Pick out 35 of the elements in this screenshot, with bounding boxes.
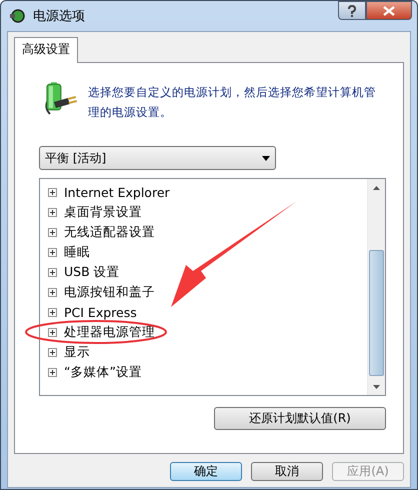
- setting-item[interactable]: 显示: [64, 344, 90, 360]
- setting-item[interactable]: 处理器电源管理: [64, 324, 155, 340]
- scrollbar[interactable]: [367, 179, 385, 395]
- setting-item[interactable]: 桌面背景设置: [64, 204, 142, 220]
- expand-icon[interactable]: [48, 268, 57, 276]
- plan-dropdown[interactable]: 平衡 [活动]: [39, 146, 276, 170]
- setting-item[interactable]: 睡眠: [64, 244, 90, 260]
- setting-item[interactable]: PCI Express: [64, 304, 137, 320]
- dialog-button[interactable]: 确定: [170, 462, 242, 481]
- expand-icon[interactable]: [48, 228, 57, 236]
- close-icon: [383, 6, 395, 16]
- scroll-down-icon: [373, 384, 380, 388]
- expand-icon[interactable]: [48, 308, 57, 316]
- setting-item[interactable]: 电源按钮和盖子: [64, 284, 155, 300]
- dropdown-arrow-icon: [262, 156, 270, 160]
- expand-icon[interactable]: [48, 248, 57, 256]
- dialog-button[interactable]: 取消: [251, 462, 323, 481]
- scroll-up-icon: [373, 186, 380, 190]
- expand-icon[interactable]: [48, 288, 57, 296]
- setting-item[interactable]: USB 设置: [64, 264, 120, 280]
- tab[interactable]: 高级设置: [14, 37, 78, 63]
- instruction-text: 选择您要自定义的电源计划，然后选择您希望计算机管理的电源设置。: [88, 84, 377, 121]
- help-icon: [347, 4, 357, 16]
- setting-item[interactable]: Internet Explorer: [64, 184, 170, 200]
- expand-icon[interactable]: [48, 348, 57, 356]
- expand-icon[interactable]: [48, 368, 57, 376]
- expand-icon[interactable]: [48, 188, 57, 196]
- close-button[interactable]: [366, 1, 412, 20]
- window-title: 电源选项: [33, 8, 85, 25]
- help-button[interactable]: [338, 1, 366, 20]
- expand-icon[interactable]: [48, 328, 57, 336]
- setting-item[interactable]: 无线适配器设置: [64, 224, 155, 240]
- restore-defaults-button[interactable]: 还原计划默认值(R): [214, 407, 386, 430]
- setting-item[interactable]: “多媒体”设置: [64, 364, 142, 380]
- expand-icon[interactable]: [48, 208, 57, 216]
